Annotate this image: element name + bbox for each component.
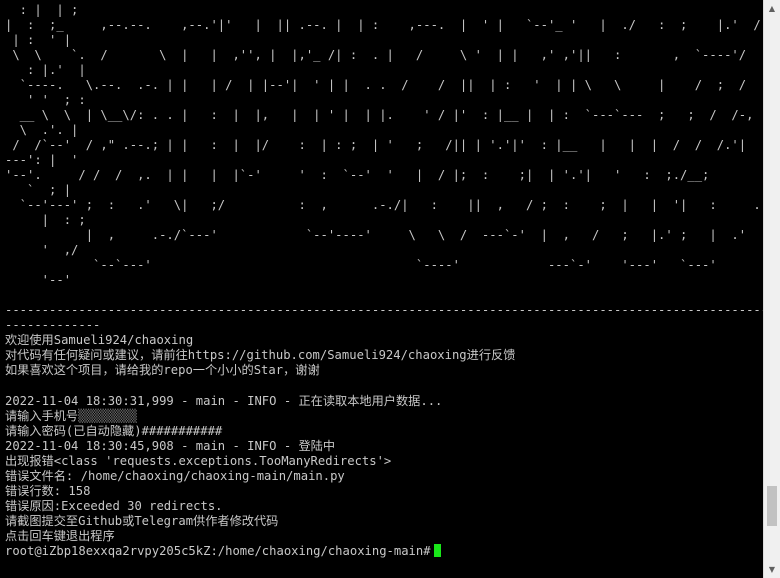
ascii-art-line: '--' [5,273,72,287]
exit-instruction: 点击回车键退出程序 [5,529,115,543]
star-message: 如果喜欢这个项目，请给我的repo一个小小的Star，谢谢 [5,363,320,377]
log-reading-user-data: 2022-11-04 18:30:31,999 - main - INFO - … [5,394,443,408]
ascii-art-line: ` ; | [5,183,72,197]
ascii-art-line: \ .'. | [5,123,79,137]
error-type-line: 出现报错<class 'requests.exceptions.TooManyR… [5,454,392,468]
ascii-art-line: | : ;_ ,--.--. ,--.'|' | || .--. | | : ,… [5,18,763,32]
error-file-line: 错误文件名: /home/chaoxing/chaoxing-main/main… [5,469,345,483]
separator-line: ------------- [5,318,101,332]
shell-prompt-line[interactable]: root@iZbp18exxqa2rvpy205c5kZ:/home/chaox… [5,544,441,559]
scrollbar-thumb[interactable] [767,485,777,526]
error-reason-line: 错误原因:Exceeded 30 redirects. [5,499,223,513]
ascii-art-line: ---': | ' [5,153,79,167]
scroll-up-arrow-icon[interactable]: ▲ [764,0,780,17]
ascii-art-line: | : ' | [5,33,72,47]
phone-prompt-line: 请输入手机号▒▒▒▒▒▒▒▒ [5,409,137,424]
ascii-art-line: | : ; [5,213,86,227]
feedback-message: 对代码有任何疑问或建议，请前往https://github.com/Samuel… [5,348,516,362]
error-report-instruction: 请截图提交至Github或Telegram供作者修改代码 [5,514,279,528]
password-prompt: 请输入密码(已自动隐藏)########### [5,424,223,438]
error-line-number: 错误行数: 158 [5,484,91,498]
scroll-down-arrow-icon[interactable]: ▼ [764,561,780,578]
redacted-phone-number: ▒▒▒▒▒▒▒▒ [78,409,137,423]
ascii-art-line: `--'---' ; : .' \| ;/ : , .-./| : || , /… [5,198,763,212]
terminal-cursor [433,544,441,557]
phone-prompt-label: 请输入手机号 [5,409,79,423]
shell-prompt: root@iZbp18exxqa2rvpy205c5kZ:/home/chaox… [5,544,431,558]
ascii-art-line: '--'. / / / ,. | | | |`-' ' : `--' ' | /… [5,168,763,182]
ascii-art-line: | , .-./`---' `--'----' \ \ / ---`-' | ,… [5,228,747,242]
ascii-art-line: : | | ; [5,3,79,17]
log-logging-in: 2022-11-04 18:30:45,908 - main - INFO - … [5,439,336,453]
separator-line: ----------------------------------------… [5,303,763,317]
ascii-art-line: ' ' ; : [5,93,86,107]
ascii-art-line: : |.' | [5,63,86,77]
vertical-scrollbar[interactable]: ▲ ▼ [763,0,780,578]
ascii-art-line: `--`---' `----' ---`-' '---' `---' [5,258,717,272]
terminal-window[interactable]: : | | ; | : ;_ ,--.--. ,--.'|' | || .--. … [0,0,763,578]
ascii-art-line: / /`--' / ," .--.; | | : | |/ : | : ; | … [5,138,763,152]
ascii-art-line: ' ,/ [5,243,79,257]
ascii-art-line: __ \ \ | \__\/: . . | : | |, | | ' | | |… [5,108,763,122]
welcome-message: 欢迎使用Samueli924/chaoxing [5,333,194,347]
ascii-art-line: `----. \.--. .-. | | | / | |--'| ' | | .… [5,78,763,92]
ascii-art-line: \ \ `. / \ | | ,'', | |,'_ /| : . | / \ … [5,48,763,62]
